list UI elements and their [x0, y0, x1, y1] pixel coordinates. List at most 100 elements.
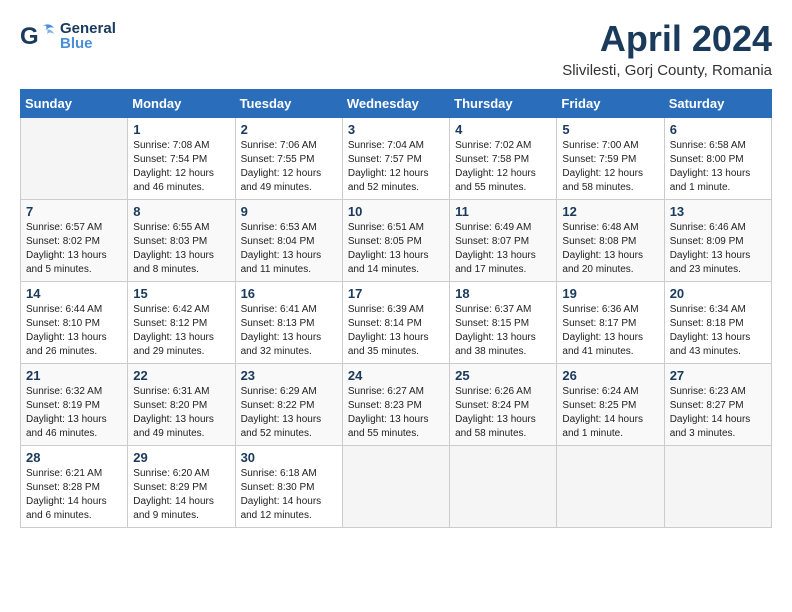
- table-row: 23 Sunrise: 6:29 AM Sunset: 8:22 PM Dayli…: [235, 364, 342, 446]
- day-info: Sunrise: 6:44 AM Sunset: 8:10 PM Dayligh…: [26, 303, 122, 359]
- col-saturday: Saturday: [664, 90, 771, 118]
- table-row: 5Sunrise: 7:00 AM Sunset: 7:59 PM Daylig…: [557, 118, 664, 200]
- day-number: 3: [348, 122, 444, 137]
- day-number: 29: [133, 450, 229, 465]
- table-row: 8 Sunrise: 6:55 AM Sunset: 8:03 PM Daylig…: [128, 200, 235, 282]
- day-number: 15: [133, 286, 229, 301]
- logo-blue: Blue: [60, 36, 116, 51]
- day-info: Sunrise: 6:53 AM Sunset: 8:04 PM Dayligh…: [241, 221, 337, 277]
- subtitle: Slivilesti, Gorj County, Romania: [562, 62, 772, 79]
- day-number: 23: [241, 368, 337, 383]
- day-info: Sunrise: 6:27 AM Sunset: 8:23 PM Dayligh…: [348, 385, 444, 441]
- table-row: 25 Sunrise: 6:26 AM Sunset: 8:24 PM Dayli…: [450, 364, 557, 446]
- day-info: Sunrise: 6:29 AM Sunset: 8:22 PM Dayligh…: [241, 385, 337, 441]
- day-number: 12: [562, 204, 658, 219]
- day-number: 16: [241, 286, 337, 301]
- table-row: 30 Sunrise: 6:18 AM Sunset: 8:30 PM Dayli…: [235, 446, 342, 528]
- day-number: 30: [241, 450, 337, 465]
- svg-text:G: G: [20, 23, 39, 50]
- day-number: 21: [26, 368, 122, 383]
- day-number: 8: [133, 204, 229, 219]
- table-row: 10 Sunrise: 6:51 AM Sunset: 8:05 PM Dayli…: [342, 200, 449, 282]
- table-row: 24 Sunrise: 6:27 AM Sunset: 8:23 PM Dayli…: [342, 364, 449, 446]
- day-info: Sunrise: 6:49 AM Sunset: 8:07 PM Dayligh…: [455, 221, 551, 277]
- day-info: Sunrise: 6:57 AM Sunset: 8:02 PM Dayligh…: [26, 221, 122, 277]
- table-row: 6 Sunrise: 6:58 AM Sunset: 8:00 PM Daylig…: [664, 118, 771, 200]
- table-row: 9 Sunrise: 6:53 AM Sunset: 8:04 PM Daylig…: [235, 200, 342, 282]
- table-row: 12 Sunrise: 6:48 AM Sunset: 8:08 PM Dayli…: [557, 200, 664, 282]
- table-row: 26 Sunrise: 6:24 AM Sunset: 8:25 PM Dayli…: [557, 364, 664, 446]
- col-tuesday: Tuesday: [235, 90, 342, 118]
- day-info: Sunrise: 7:00 AM Sunset: 7:59 PM Dayligh…: [562, 139, 658, 195]
- day-number: 20: [670, 286, 766, 301]
- day-number: 18: [455, 286, 551, 301]
- col-monday: Monday: [128, 90, 235, 118]
- table-row: 21 Sunrise: 6:32 AM Sunset: 8:19 PM Dayli…: [21, 364, 128, 446]
- table-row: 3 Sunrise: 7:04 AM Sunset: 7:57 PM Daylig…: [342, 118, 449, 200]
- day-number: 6: [670, 122, 766, 137]
- col-thursday: Thursday: [450, 90, 557, 118]
- col-friday: Friday: [557, 90, 664, 118]
- table-row: 22 Sunrise: 6:31 AM Sunset: 8:20 PM Dayli…: [128, 364, 235, 446]
- logo-general: General: [60, 21, 116, 36]
- day-number: 10: [348, 204, 444, 219]
- day-number: 25: [455, 368, 551, 383]
- table-row: [664, 446, 771, 528]
- day-info: Sunrise: 6:42 AM Sunset: 8:12 PM Dayligh…: [133, 303, 229, 359]
- day-info: Sunrise: 6:32 AM Sunset: 8:19 PM Dayligh…: [26, 385, 122, 441]
- table-row: 11Sunrise: 6:49 AM Sunset: 8:07 PM Dayli…: [450, 200, 557, 282]
- day-info: Sunrise: 6:31 AM Sunset: 8:20 PM Dayligh…: [133, 385, 229, 441]
- day-info: Sunrise: 6:23 AM Sunset: 8:27 PM Dayligh…: [670, 385, 766, 441]
- table-row: 19Sunrise: 6:36 AM Sunset: 8:17 PM Dayli…: [557, 282, 664, 364]
- day-info: Sunrise: 7:04 AM Sunset: 7:57 PM Dayligh…: [348, 139, 444, 195]
- table-row: [557, 446, 664, 528]
- day-number: 13: [670, 204, 766, 219]
- day-number: 17: [348, 286, 444, 301]
- table-row: 2Sunrise: 7:06 AM Sunset: 7:55 PM Daylig…: [235, 118, 342, 200]
- calendar-table: Sunday Monday Tuesday Wednesday Thursday…: [20, 89, 772, 528]
- day-number: 14: [26, 286, 122, 301]
- calendar-week-row: 28Sunrise: 6:21 AM Sunset: 8:28 PM Dayli…: [21, 446, 772, 528]
- logo: G General Blue: [20, 18, 116, 54]
- table-row: 16 Sunrise: 6:41 AM Sunset: 8:13 PM Dayli…: [235, 282, 342, 364]
- day-number: 26: [562, 368, 658, 383]
- col-sunday: Sunday: [21, 90, 128, 118]
- day-number: 7: [26, 204, 122, 219]
- day-info: Sunrise: 7:06 AM Sunset: 7:55 PM Dayligh…: [241, 139, 337, 195]
- table-row: 7 Sunrise: 6:57 AM Sunset: 8:02 PM Daylig…: [21, 200, 128, 282]
- day-info: Sunrise: 7:08 AM Sunset: 7:54 PM Dayligh…: [133, 139, 229, 195]
- day-info: Sunrise: 6:48 AM Sunset: 8:08 PM Dayligh…: [562, 221, 658, 277]
- day-info: Sunrise: 6:51 AM Sunset: 8:05 PM Dayligh…: [348, 221, 444, 277]
- day-info: Sunrise: 6:24 AM Sunset: 8:25 PM Dayligh…: [562, 385, 658, 441]
- logo-icon: G: [20, 18, 56, 54]
- day-info: Sunrise: 6:39 AM Sunset: 8:14 PM Dayligh…: [348, 303, 444, 359]
- day-info: Sunrise: 6:26 AM Sunset: 8:24 PM Dayligh…: [455, 385, 551, 441]
- table-row: [21, 118, 128, 200]
- day-number: 9: [241, 204, 337, 219]
- day-info: Sunrise: 6:46 AM Sunset: 8:09 PM Dayligh…: [670, 221, 766, 277]
- day-info: Sunrise: 6:34 AM Sunset: 8:18 PM Dayligh…: [670, 303, 766, 359]
- day-info: Sunrise: 6:55 AM Sunset: 8:03 PM Dayligh…: [133, 221, 229, 277]
- day-number: 4: [455, 122, 551, 137]
- day-info: Sunrise: 6:18 AM Sunset: 8:30 PM Dayligh…: [241, 467, 337, 523]
- day-number: 22: [133, 368, 229, 383]
- table-row: 18 Sunrise: 6:37 AM Sunset: 8:15 PM Dayli…: [450, 282, 557, 364]
- table-row: 15 Sunrise: 6:42 AM Sunset: 8:12 PM Dayli…: [128, 282, 235, 364]
- day-info: Sunrise: 6:37 AM Sunset: 8:15 PM Dayligh…: [455, 303, 551, 359]
- title-section: April 2024 Slivilesti, Gorj County, Roma…: [562, 18, 772, 79]
- main-title: April 2024: [562, 18, 772, 60]
- table-row: 29Sunrise: 6:20 AM Sunset: 8:29 PM Dayli…: [128, 446, 235, 528]
- calendar-week-row: 7 Sunrise: 6:57 AM Sunset: 8:02 PM Daylig…: [21, 200, 772, 282]
- day-number: 24: [348, 368, 444, 383]
- calendar-week-row: 21 Sunrise: 6:32 AM Sunset: 8:19 PM Dayli…: [21, 364, 772, 446]
- calendar-header-row: Sunday Monday Tuesday Wednesday Thursday…: [21, 90, 772, 118]
- day-info: Sunrise: 6:58 AM Sunset: 8:00 PM Dayligh…: [670, 139, 766, 195]
- logo-text: General Blue: [60, 21, 116, 51]
- table-row: 1Sunrise: 7:08 AM Sunset: 7:54 PM Daylig…: [128, 118, 235, 200]
- table-row: 27 Sunrise: 6:23 AM Sunset: 8:27 PM Dayli…: [664, 364, 771, 446]
- table-row: 4Sunrise: 7:02 AM Sunset: 7:58 PM Daylig…: [450, 118, 557, 200]
- col-wednesday: Wednesday: [342, 90, 449, 118]
- day-info: Sunrise: 6:41 AM Sunset: 8:13 PM Dayligh…: [241, 303, 337, 359]
- table-row: 17 Sunrise: 6:39 AM Sunset: 8:14 PM Dayli…: [342, 282, 449, 364]
- day-number: 27: [670, 368, 766, 383]
